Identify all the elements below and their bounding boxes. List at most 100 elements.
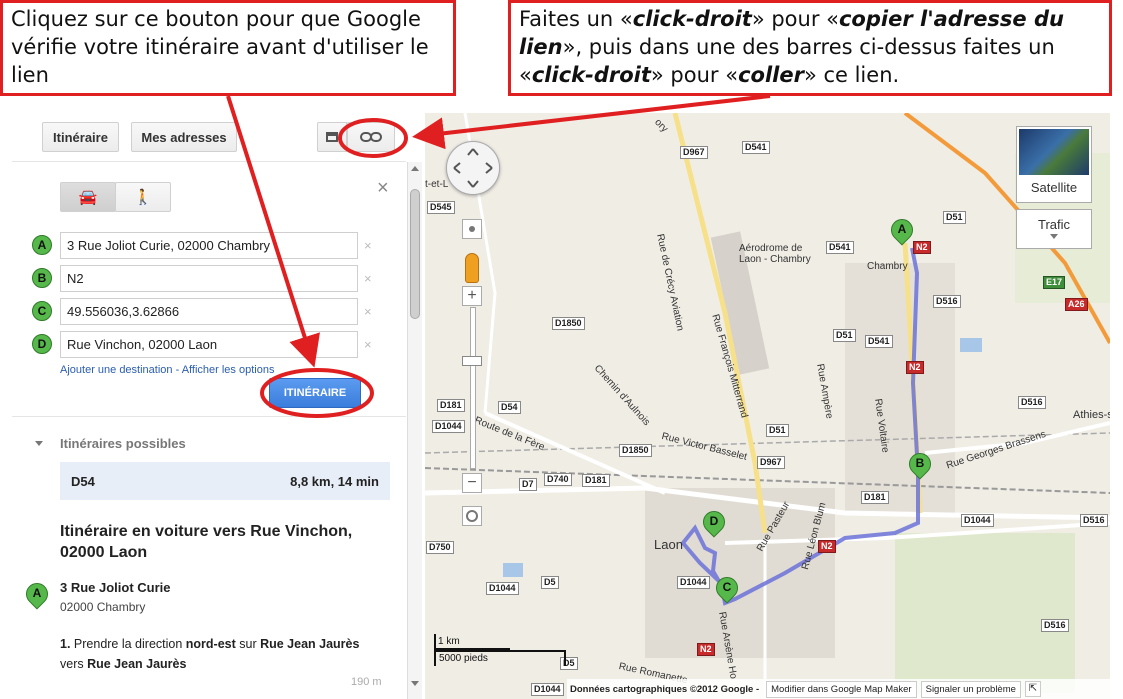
road-shield: D1044: [961, 514, 994, 527]
road-shield: D1044: [531, 683, 564, 696]
callout-emphasis: click-droit: [531, 63, 651, 87]
pegman-icon[interactable]: [465, 253, 479, 283]
zoom-out-button[interactable]: −: [462, 473, 482, 493]
zoom-area-button[interactable]: [462, 506, 482, 526]
place-label: Chambry: [867, 261, 908, 272]
waypoint-b-input[interactable]: N2: [60, 265, 358, 292]
panel-divider: [12, 161, 406, 162]
map-marker-a-label: A: [897, 222, 907, 236]
get-directions-button[interactable]: ITINÉRAIRE: [269, 378, 361, 408]
waypoint-c-marker[interactable]: C: [32, 301, 52, 321]
map-canvas[interactable]: [425, 113, 1110, 699]
start-city: 02000 Chambry: [60, 600, 146, 614]
road-shield: D1044: [432, 420, 465, 433]
zoom-in-button[interactable]: +: [462, 286, 482, 306]
road-shield: A26: [1065, 298, 1088, 311]
road-shield: D516: [1080, 514, 1108, 527]
walk-icon: 🚶: [133, 189, 153, 206]
routes-header[interactable]: Itinéraires possibles: [60, 436, 186, 451]
waypoint-d-marker[interactable]: D: [32, 334, 52, 354]
road-shield: D51: [833, 329, 856, 342]
callout-text: » pour «: [650, 63, 739, 87]
itinerary-tab[interactable]: Itinéraire: [42, 122, 119, 152]
waypoint-d-input[interactable]: Rue Vinchon, 02000 Laon: [60, 331, 358, 358]
print-icon: [326, 132, 338, 142]
remove-waypoint-icon[interactable]: ×: [364, 271, 372, 286]
road-shield: D750: [426, 541, 454, 554]
link-button[interactable]: [347, 122, 395, 152]
zoom-slider-handle[interactable]: [462, 356, 482, 366]
options-links: Ajouter une destination - Afficher les o…: [60, 360, 274, 378]
map-maker-link[interactable]: Modifier dans Google Map Maker: [766, 680, 917, 698]
road-shield: D516: [1018, 396, 1046, 409]
waypoint-b-marker[interactable]: B: [32, 268, 52, 288]
scroll-up-icon[interactable]: [411, 166, 419, 171]
map-footer: Données cartographiques ©2012 Google - M…: [567, 679, 1110, 699]
route-option[interactable]: D54 8,8 km, 14 min: [60, 462, 390, 500]
callout-verify: Cliquez sur ce bouton pour que Google vé…: [0, 0, 456, 96]
waypoint-c-input[interactable]: 49.556036,3.62866: [60, 298, 358, 325]
road-shield: D545: [427, 201, 455, 214]
scroll-down-icon[interactable]: [411, 681, 419, 686]
step-street: Rue Jean Jaurès: [260, 637, 360, 651]
road-shield: D1850: [552, 317, 585, 330]
expand-icon[interactable]: ⇱: [1024, 681, 1041, 697]
scale-ft: 5000 pieds: [439, 653, 488, 664]
mode-walk-button[interactable]: 🚶: [115, 182, 171, 212]
road-shield: D54: [498, 401, 521, 414]
pan-arrows-icon[interactable]: [446, 141, 500, 195]
step-text: Prendre la direction: [70, 637, 186, 651]
step-distance: 190 m: [351, 676, 382, 688]
road-shield: D541: [742, 141, 770, 154]
water: [503, 563, 523, 577]
place-label: Laon: [654, 537, 683, 552]
start-street: 3 Rue Joliot Curie: [60, 580, 171, 595]
report-problem-link[interactable]: Signaler un problème: [920, 680, 1021, 698]
zoom-reset-button[interactable]: [462, 219, 482, 239]
road-shield: D1850: [619, 444, 652, 457]
scrollbar-thumb[interactable]: [410, 189, 420, 319]
magnifier-icon: [466, 510, 478, 522]
remove-waypoint-icon[interactable]: ×: [364, 337, 372, 352]
waypoint-a-input[interactable]: 3 Rue Joliot Curie, 02000 Chambry: [60, 232, 358, 259]
scale-km: 1 km: [438, 636, 460, 647]
start-marker-label: A: [32, 586, 42, 600]
road-shield: D1044: [677, 576, 710, 589]
mode-car-button[interactable]: 🚘: [60, 182, 116, 212]
panel-scrollbar[interactable]: [407, 162, 422, 699]
callout-verify-text: Cliquez sur ce bouton pour que Google vé…: [11, 7, 429, 87]
remove-waypoint-icon[interactable]: ×: [364, 238, 372, 253]
zoom-reset-icon: [469, 226, 475, 232]
road-shield: D1044: [486, 582, 519, 595]
step-number: 1.: [60, 637, 71, 651]
road-shield: D740: [544, 473, 572, 486]
map-copyright: Données cartographiques ©2012 Google -: [570, 683, 760, 695]
remove-waypoint-icon[interactable]: ×: [364, 304, 372, 319]
road-shield: N2: [697, 643, 715, 656]
close-icon[interactable]: ×: [377, 177, 389, 200]
show-options-link[interactable]: Afficher les options: [182, 364, 275, 376]
callout-text: » ce lien.: [803, 63, 900, 87]
road-shield: D5: [541, 576, 559, 589]
print-button[interactable]: [317, 122, 347, 152]
my-places-tab[interactable]: Mes adresses: [131, 122, 237, 152]
road-shield: D516: [933, 295, 961, 308]
route-summary: 8,8 km, 14 min: [290, 474, 379, 489]
map-area[interactable]: Chambry Laon Athies-s Aérodrome de Laon …: [425, 113, 1110, 699]
step-direction: nord-est: [185, 637, 236, 651]
zoom-slider-track[interactable]: [470, 307, 476, 469]
waypoint-a-marker[interactable]: A: [32, 235, 52, 255]
step-1[interactable]: 1. Prendre la direction nord-est sur Rue…: [60, 634, 360, 674]
traffic-toggle[interactable]: Trafic: [1016, 209, 1092, 249]
step-street: Rue Jean Jaurès: [87, 657, 187, 671]
satellite-toggle[interactable]: Satellite: [1016, 126, 1092, 203]
place-label: t-et-L: [425, 179, 449, 190]
callout-emphasis: click-droit: [632, 7, 752, 31]
add-destination-link[interactable]: Ajouter une destination: [60, 364, 173, 376]
map-marker-d-label: D: [709, 514, 719, 528]
collapse-triangle-icon[interactable]: [35, 441, 43, 446]
road-shield: N2: [818, 540, 836, 553]
road-shield: D541: [826, 241, 854, 254]
road-shield: D967: [680, 146, 708, 159]
car-icon: 🚘: [78, 189, 98, 206]
